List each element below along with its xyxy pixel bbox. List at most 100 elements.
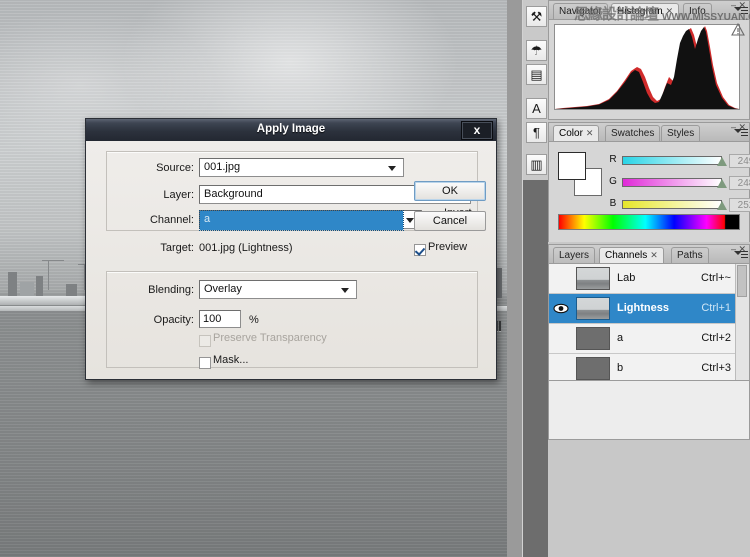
channel-name: Lab (617, 272, 636, 284)
opacity-field[interactable] (200, 311, 240, 327)
tab-styles[interactable]: Styles (661, 125, 701, 141)
close-icon[interactable]: x (461, 121, 493, 140)
channel-name: a (617, 332, 624, 344)
slider-label-r: R (609, 154, 617, 165)
target-value: 001.jpg (Lightness) (199, 242, 293, 254)
tab-navigator[interactable]: Navigator (553, 3, 608, 19)
source-value: 001.jpg (204, 161, 241, 173)
histogram-svg (555, 26, 739, 109)
scrollbar-thumb[interactable] (737, 265, 747, 297)
opacity-input[interactable] (199, 310, 241, 328)
slider-value-b[interactable]: 252 (729, 198, 750, 212)
tool-presets-icon[interactable]: ⚒ (526, 6, 547, 27)
color-tabbar: Color ✕ Swatches Styles – ✕ (549, 122, 749, 142)
channels-panel: Layers Channels ✕ Paths – ✕ Lab Ctrl+~ L… (548, 244, 750, 388)
preserve-transparency-checkbox[interactable] (199, 335, 211, 347)
chevron-down-icon[interactable] (338, 281, 353, 298)
apply-image-dialog[interactable]: Apply Image x Source: 001.jpg Layer: Bac… (85, 118, 497, 380)
foreground-color-swatch[interactable] (558, 152, 586, 180)
histogram-body (549, 20, 749, 116)
source-select[interactable]: 001.jpg (199, 158, 404, 177)
chevron-down-icon[interactable] (385, 159, 400, 176)
tab-layers[interactable]: Layers (553, 247, 596, 263)
panel-menu-icon[interactable] (733, 249, 748, 263)
color-panel: Color✕ Swatches Styles – ✕ R 249 G 248 (548, 122, 750, 242)
target-label: Target: (160, 242, 194, 254)
channel-shortcut: Ctrl+2 (701, 332, 731, 344)
slider-value-r[interactable]: 249 (729, 154, 750, 168)
channel-shortcut: Ctrl+~ (701, 272, 731, 284)
mask-label: Mask... (213, 354, 249, 366)
panel-dock: Navigator Histogram ✕ Info – ✕ Color ✕ S… (548, 0, 750, 557)
channel-row-a[interactable]: a Ctrl+2 (549, 324, 749, 354)
channel-select[interactable]: a (199, 210, 422, 231)
eye-icon[interactable] (553, 302, 569, 315)
dialog-titlebar[interactable]: Apply Image x (86, 119, 496, 142)
channels-scrollbar[interactable] (735, 264, 749, 388)
histogram-panel: Navigator Histogram ✕ Info – ✕ (548, 0, 750, 120)
tab-channels-label: Channels (605, 250, 648, 261)
ok-button[interactable]: OK (414, 181, 486, 201)
tab-info[interactable]: Info (683, 3, 712, 19)
character-icon[interactable]: A (526, 98, 547, 119)
tab-histogram[interactable]: Histogram ✕ (611, 3, 680, 19)
color-spectrum-ramp[interactable] (558, 214, 740, 230)
opacity-unit: % (249, 314, 259, 326)
channel-shortcut: Ctrl+3 (701, 362, 731, 374)
slider-label-g: G (609, 176, 617, 187)
layer-comps-icon[interactable]: ▥ (526, 154, 547, 175)
panel-empty-area (548, 380, 750, 440)
clone-source-icon[interactable]: ▤ (526, 64, 547, 85)
tab-channels[interactable]: Channels ✕ (599, 247, 664, 263)
collapsed-panel-dock[interactable]: ⚒ ☂ ▤ A ¶ ▥ (522, 0, 549, 557)
channel-name: Lightness (617, 302, 669, 314)
brushes-icon[interactable]: ☂ (526, 40, 547, 61)
tab-histogram-label: Histogram (617, 6, 663, 17)
slider-track-r[interactable] (622, 156, 722, 165)
tab-paths[interactable]: Paths (671, 247, 709, 263)
channel-thumbnail (576, 357, 610, 380)
close-icon[interactable]: ✕ (666, 6, 674, 16)
channel-thumbnail (576, 267, 610, 290)
slider-thumb-b[interactable] (717, 201, 727, 210)
channel-value: a (199, 210, 404, 231)
preview-checkbox[interactable] (414, 244, 426, 256)
histogram-tabbar: Navigator Histogram ✕ Info – ✕ (549, 0, 749, 20)
blending-value: Overlay (204, 283, 242, 295)
preserve-transparency-label: Preserve Transparency (213, 332, 327, 344)
panel-menu-icon[interactable] (733, 5, 748, 19)
close-icon[interactable]: ✕ (586, 128, 594, 138)
slider-track-b[interactable] (622, 200, 722, 209)
channel-row-lab[interactable]: Lab Ctrl+~ (549, 264, 749, 294)
tab-swatches[interactable]: Swatches (605, 125, 661, 141)
channel-thumbnail (576, 327, 610, 350)
channel-shortcut: Ctrl+1 (701, 302, 731, 314)
opacity-label: Opacity: (153, 314, 194, 326)
paragraph-icon[interactable]: ¶ (526, 122, 547, 143)
channel-name: b (617, 362, 624, 374)
channel-thumbnail (576, 297, 610, 320)
mask-checkbox[interactable] (199, 357, 211, 369)
warning-icon[interactable] (731, 22, 745, 36)
source-label: Source: (156, 162, 194, 174)
close-icon[interactable]: ✕ (650, 250, 658, 260)
layer-label: Layer: (163, 189, 194, 201)
slider-value-g[interactable]: 248 (729, 176, 750, 190)
blending-select[interactable]: Overlay (199, 280, 357, 299)
channels-tabbar: Layers Channels ✕ Paths – ✕ (549, 244, 749, 264)
tab-color[interactable]: Color ✕ (553, 125, 600, 141)
slider-thumb-r[interactable] (717, 157, 727, 166)
dialog-title: Apply Image (256, 123, 326, 135)
cancel-button[interactable]: Cancel (414, 211, 486, 231)
preview-label: Preview (428, 241, 468, 253)
slider-thumb-g[interactable] (717, 179, 727, 188)
channel-label: Channel: (149, 214, 194, 226)
slider-label-b: B (609, 198, 617, 209)
color-body: R 249 G 248 B 252 (549, 142, 750, 242)
tab-color-label: Color (559, 128, 583, 139)
blending-label: Blending: (148, 284, 194, 296)
channel-row-lightness[interactable]: Lightness Ctrl+1 (549, 294, 749, 324)
slider-track-g[interactable] (622, 178, 722, 187)
panel-menu-icon[interactable] (733, 127, 748, 141)
channels-list[interactable]: Lab Ctrl+~ Lightness Ctrl+1 a Ctrl+2 b C… (549, 264, 749, 388)
